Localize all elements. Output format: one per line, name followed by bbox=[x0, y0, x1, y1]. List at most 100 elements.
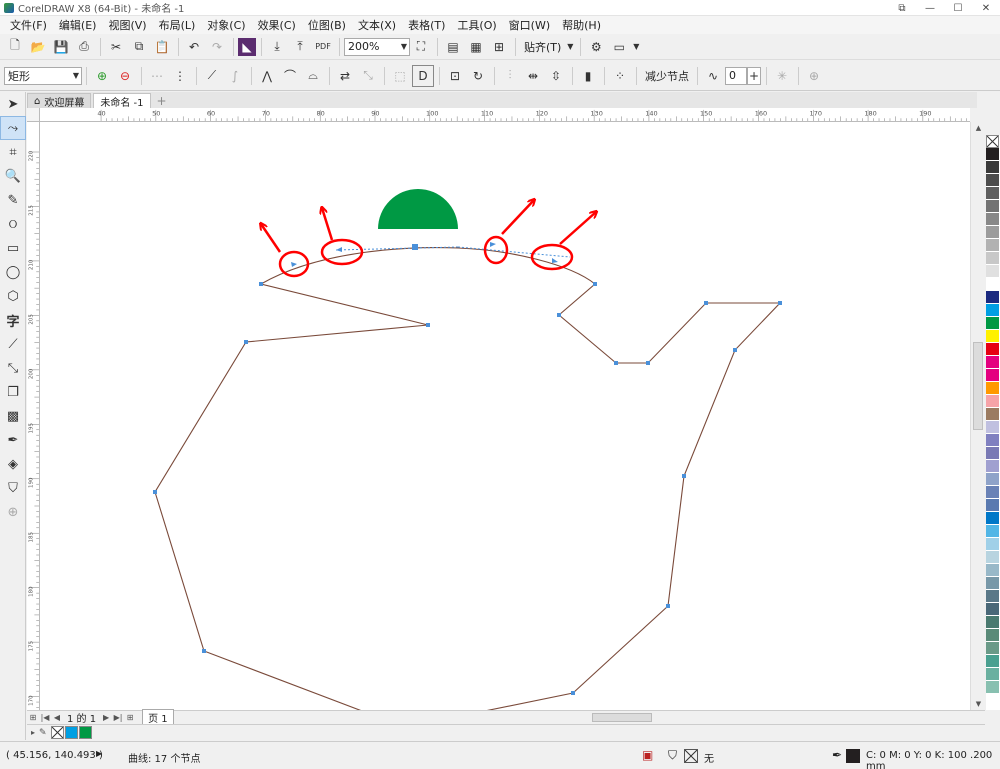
color-swatch[interactable] bbox=[986, 538, 999, 551]
color-swatch[interactable] bbox=[986, 590, 999, 603]
color-swatch[interactable] bbox=[986, 382, 999, 395]
quick-customize-icon[interactable]: ⊕ bbox=[0, 500, 26, 524]
node[interactable] bbox=[202, 649, 206, 653]
connector-tool-icon[interactable]: ⤡ bbox=[0, 356, 26, 380]
color-swatch[interactable] bbox=[986, 356, 999, 369]
scroll-down-icon[interactable]: ▼ bbox=[971, 698, 986, 710]
color-swatch[interactable] bbox=[986, 369, 999, 382]
color-swatch[interactable] bbox=[986, 265, 999, 278]
ellipse-tool-icon[interactable]: ◯ bbox=[0, 260, 26, 284]
color-swatch[interactable] bbox=[986, 278, 999, 291]
first-page-icon[interactable]: |◀ bbox=[39, 713, 51, 722]
color-swatch[interactable] bbox=[986, 564, 999, 577]
color-proof-icon[interactable]: ▣ bbox=[642, 748, 653, 762]
next-page-icon[interactable]: ▶ bbox=[100, 713, 112, 722]
color-swatch[interactable] bbox=[986, 577, 999, 590]
menu-layout[interactable]: 布局(L) bbox=[153, 17, 202, 33]
close-curve-icon[interactable]: D bbox=[412, 64, 434, 87]
join-nodes-icon[interactable]: ⋯ bbox=[146, 65, 168, 87]
redo-icon[interactable]: ↷ bbox=[206, 36, 228, 58]
polygon-tool-icon[interactable]: ⬡ bbox=[0, 284, 26, 308]
doc-swatch-blue[interactable] bbox=[64, 726, 78, 739]
color-swatch[interactable] bbox=[986, 161, 999, 174]
export-icon[interactable]: ⤒ bbox=[289, 36, 311, 58]
color-swatch[interactable] bbox=[986, 512, 999, 525]
node-selected[interactable] bbox=[412, 244, 418, 250]
color-swatch[interactable] bbox=[986, 668, 999, 681]
color-swatch[interactable] bbox=[986, 642, 999, 655]
menu-window[interactable]: 窗口(W) bbox=[503, 17, 556, 33]
color-swatch[interactable] bbox=[986, 226, 999, 239]
green-half-circle-shape[interactable] bbox=[378, 189, 458, 229]
color-swatch[interactable] bbox=[986, 304, 999, 317]
restore-layout-icon[interactable]: ⧉ bbox=[888, 0, 916, 16]
color-swatch[interactable] bbox=[986, 655, 999, 668]
node[interactable] bbox=[571, 691, 575, 695]
new-document-icon[interactable]: 🗋 bbox=[4, 36, 26, 58]
palette-arrow-icon[interactable]: ▸ bbox=[31, 728, 35, 737]
color-swatch[interactable] bbox=[986, 473, 999, 486]
selection-mode-combo[interactable]: 矩形 ▼ bbox=[4, 66, 82, 85]
mirror-horizontal-icon[interactable]: ⇹ bbox=[522, 65, 544, 87]
publish-pdf-button[interactable]: PDF bbox=[312, 36, 334, 58]
node[interactable] bbox=[682, 474, 686, 478]
color-swatch[interactable] bbox=[986, 330, 999, 343]
menu-view[interactable]: 视图(V) bbox=[102, 17, 152, 33]
break-curve-icon[interactable]: ⋮ bbox=[169, 65, 191, 87]
color-swatch[interactable] bbox=[986, 395, 999, 408]
snap-to-dropdown[interactable]: 贴齐(T) bbox=[520, 39, 565, 55]
smart-fill-tool-icon[interactable]: ⛉ bbox=[0, 476, 26, 500]
vertical-scroll-thumb[interactable] bbox=[973, 342, 983, 430]
add-tab-button[interactable]: + bbox=[153, 94, 171, 108]
cut-icon[interactable]: ✂ bbox=[105, 36, 127, 58]
menu-help[interactable]: 帮助(H) bbox=[556, 17, 607, 33]
previous-page-icon[interactable]: ◀ bbox=[51, 713, 63, 722]
control-point[interactable] bbox=[291, 262, 297, 267]
artistic-media-tool-icon[interactable]: ଠ bbox=[0, 212, 26, 236]
color-swatch[interactable] bbox=[986, 291, 999, 304]
horizontal-scroll-thumb[interactable] bbox=[592, 713, 652, 722]
options-gear-icon[interactable]: ⚙ bbox=[585, 36, 607, 58]
no-color-swatch[interactable] bbox=[986, 135, 999, 148]
menu-bitmaps[interactable]: 位图(B) bbox=[302, 17, 352, 33]
copy-icon[interactable]: ⧉ bbox=[128, 36, 150, 58]
transparency-tool-icon[interactable]: ▩ bbox=[0, 404, 26, 428]
menu-file[interactable]: 文件(F) bbox=[4, 17, 53, 33]
minimize-button[interactable]: — bbox=[916, 0, 944, 16]
color-swatch[interactable] bbox=[986, 486, 999, 499]
color-swatch[interactable] bbox=[986, 681, 999, 694]
print-icon[interactable]: ⎙ bbox=[73, 36, 95, 58]
quick-customize-add-icon[interactable]: ⊕ bbox=[803, 65, 825, 87]
freehand-tool-icon[interactable]: ✎ bbox=[0, 188, 26, 212]
reverse-direction-icon[interactable]: ⇄ bbox=[334, 65, 356, 87]
status-expand-icon[interactable]: ▶ bbox=[96, 749, 102, 758]
add-node-icon[interactable]: ⊕ bbox=[91, 65, 113, 87]
application-launcher-icon[interactable]: ▭ bbox=[608, 36, 630, 58]
node[interactable] bbox=[593, 282, 597, 286]
color-swatch[interactable] bbox=[986, 187, 999, 200]
full-screen-icon[interactable]: ⛶ bbox=[410, 36, 432, 58]
node[interactable] bbox=[733, 348, 737, 352]
color-swatch[interactable] bbox=[986, 343, 999, 356]
doc-swatch-green[interactable] bbox=[78, 726, 92, 739]
to-line-icon[interactable]: ⟋ bbox=[201, 65, 223, 87]
rotate-nodes-icon[interactable]: ↻ bbox=[467, 65, 489, 87]
node-sparkle-icon[interactable]: ✳ bbox=[771, 65, 793, 87]
eyedropper-icon[interactable]: ✎ bbox=[39, 728, 47, 738]
extract-subpath-icon[interactable]: ⬚ bbox=[389, 65, 411, 87]
vertical-ruler[interactable]: 220 215 210 205 200 195 190 185 180 175 170 bbox=[27, 122, 40, 710]
node[interactable] bbox=[557, 313, 561, 317]
color-swatch[interactable] bbox=[986, 200, 999, 213]
crop-tool-icon[interactable]: ⌗ bbox=[0, 140, 26, 164]
vertical-scrollbar[interactable]: ▲ ▼ bbox=[970, 122, 985, 710]
drop-shadow-tool-icon[interactable]: ❐ bbox=[0, 380, 26, 404]
chevron-down-icon[interactable]: ▼ bbox=[565, 36, 575, 58]
control-point[interactable] bbox=[490, 242, 496, 247]
tab-document[interactable]: 未命名 -1 bbox=[93, 93, 151, 109]
color-swatch[interactable] bbox=[986, 174, 999, 187]
save-icon[interactable]: 💾 bbox=[50, 36, 72, 58]
curve-smoothness-slider-icon[interactable]: + bbox=[747, 66, 761, 85]
show-guidelines-icon[interactable]: ⊞ bbox=[488, 36, 510, 58]
paste-icon[interactable]: 📋 bbox=[151, 36, 173, 58]
smooth-node-icon[interactable]: ⌒ bbox=[279, 65, 301, 87]
